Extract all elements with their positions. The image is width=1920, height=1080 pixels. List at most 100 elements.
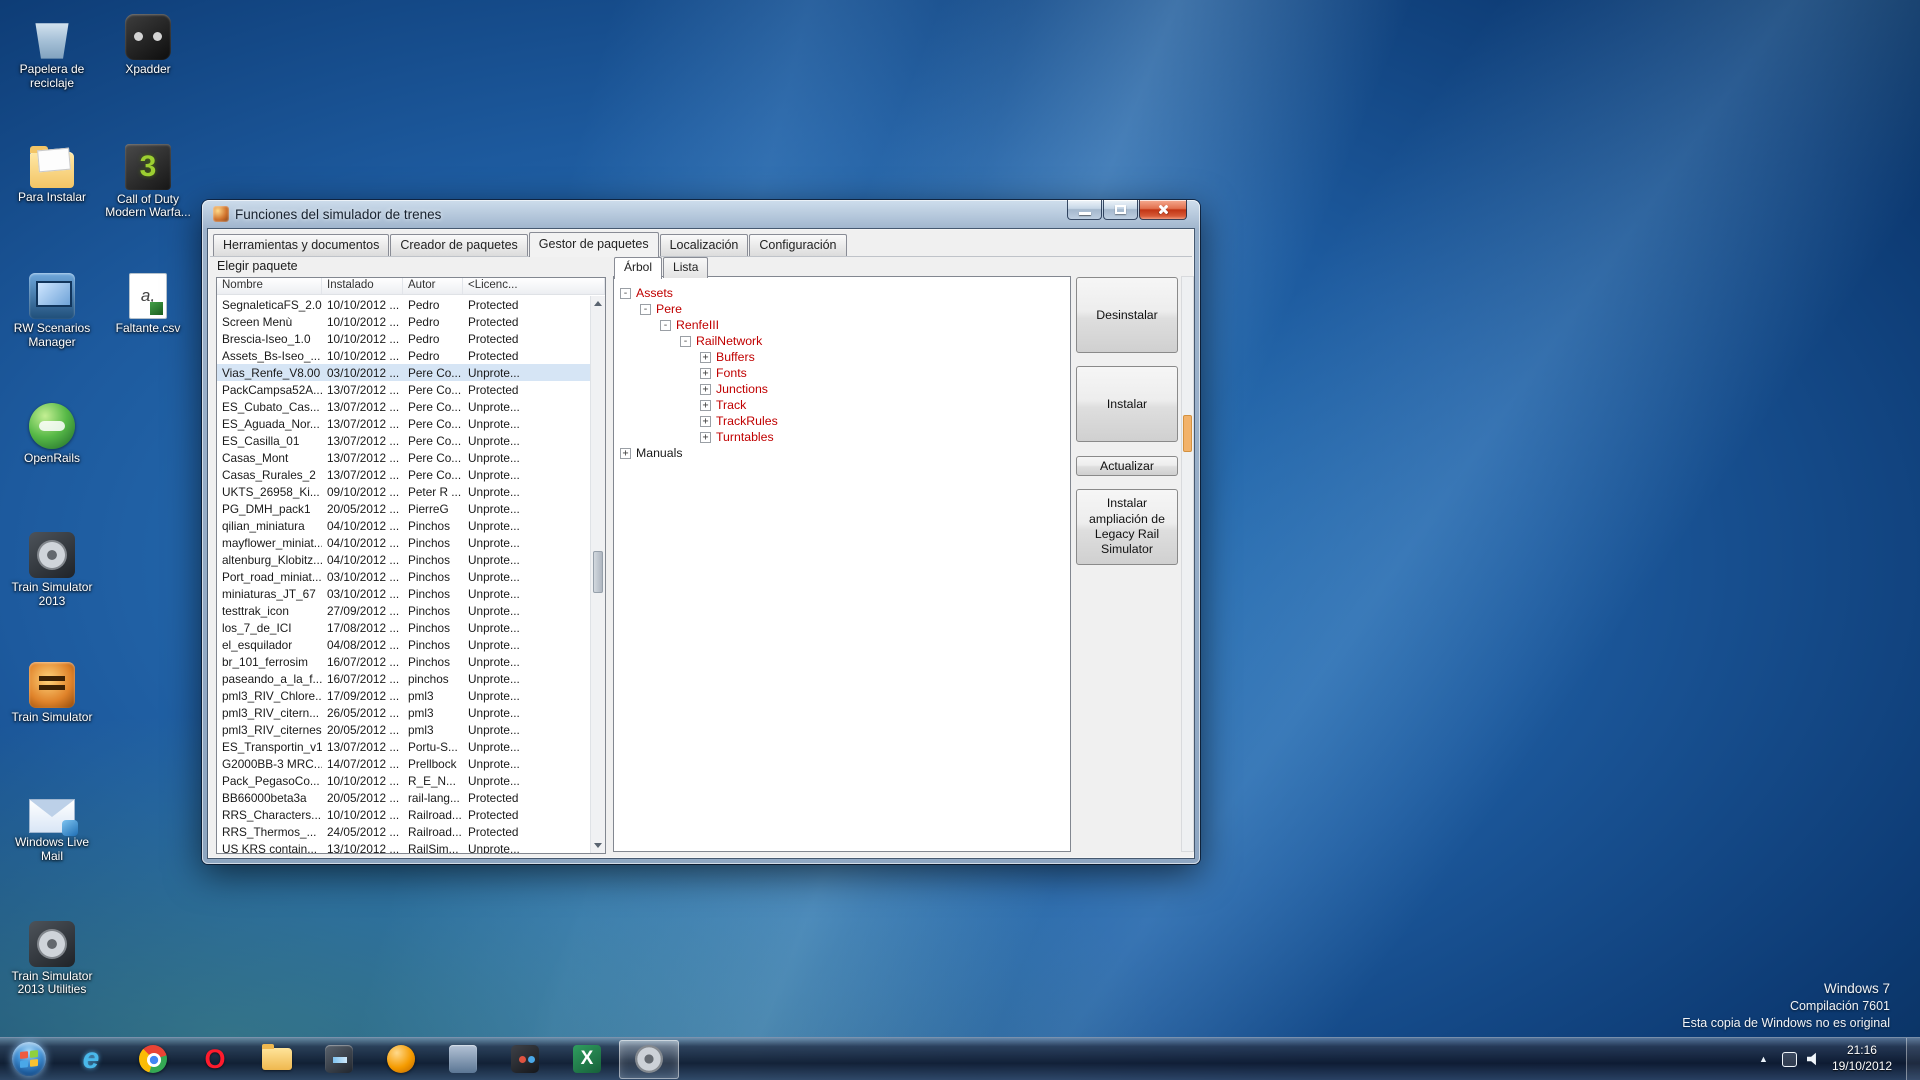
- tree-node[interactable]: + Fonts: [700, 365, 1070, 381]
- tree-node[interactable]: + Turntables: [700, 429, 1070, 445]
- table-row[interactable]: qilian_miniatura 04/10/2012 ... Pinchos …: [217, 517, 590, 534]
- desktop-icon-cod3[interactable]: 3 Call of Duty Modern Warfa...: [102, 144, 194, 221]
- window-scrollbar-thumb[interactable]: [1183, 415, 1192, 452]
- tree-expander-icon[interactable]: +: [700, 400, 711, 411]
- tree-expander-icon[interactable]: +: [700, 384, 711, 395]
- taskbar-item-utility-app[interactable]: [433, 1040, 493, 1079]
- table-scrollbar-thumb[interactable]: [593, 551, 603, 593]
- table-row[interactable]: PackCampsa52A... 13/07/2012 ... Pere Co.…: [217, 381, 590, 398]
- main-tab[interactable]: Configuración: [749, 234, 846, 256]
- view-tab[interactable]: Lista: [663, 257, 708, 278]
- table-row[interactable]: ES_Casilla_01 13/07/2012 ... Pere Co... …: [217, 432, 590, 449]
- table-row[interactable]: los_7_de_ICI 17/08/2012 ... Pinchos Unpr…: [217, 619, 590, 636]
- table-row[interactable]: Casas_Mont 13/07/2012 ... Pere Co... Unp…: [217, 449, 590, 466]
- table-row[interactable]: RRS_Thermos_... 24/05/2012 ... Railroad.…: [217, 823, 590, 840]
- taskbar-item-explorer[interactable]: [247, 1040, 307, 1079]
- table-row[interactable]: ES_Aguada_Nor... 13/07/2012 ... Pere Co.…: [217, 415, 590, 432]
- taskbar-item-media-app[interactable]: [309, 1040, 369, 1079]
- tree-node[interactable]: + Junctions: [700, 381, 1070, 397]
- table-row[interactable]: ES_Cubato_Cas... 13/07/2012 ... Pere Co.…: [217, 398, 590, 415]
- table-row[interactable]: Assets_Bs-Iseo_... 10/10/2012 ... Pedro …: [217, 347, 590, 364]
- install-legacy-button[interactable]: Instalar ampliación de Legacy Rail Simul…: [1076, 489, 1178, 565]
- tree-expander-icon[interactable]: -: [640, 304, 651, 315]
- main-tab[interactable]: Localización: [660, 234, 749, 256]
- desktop-icon-xpadder[interactable]: Xpadder: [102, 14, 194, 77]
- scroll-down-button[interactable]: [591, 838, 605, 853]
- desktop-icon-train-sim-disc[interactable]: Train Simulator 2013 Utilities: [6, 921, 98, 998]
- desktop-icon-live-mail[interactable]: Windows Live Mail: [6, 791, 98, 864]
- table-column-header[interactable]: Autor: [403, 278, 463, 294]
- desktop-icon-csv-file[interactable]: a, Faltante.csv: [102, 273, 194, 336]
- close-button[interactable]: [1139, 200, 1187, 220]
- taskbar-item-dark-app[interactable]: [495, 1040, 555, 1079]
- tree-node[interactable]: + TrackRules: [700, 413, 1070, 429]
- tree-node[interactable]: + Buffers: [700, 349, 1070, 365]
- start-button[interactable]: [0, 1038, 58, 1080]
- window-titlebar[interactable]: Funciones del simulador de trenes: [207, 200, 1195, 228]
- tree-expander-icon[interactable]: -: [680, 336, 691, 347]
- tree-node[interactable]: + Track: [700, 397, 1070, 413]
- scroll-up-button[interactable]: [591, 296, 605, 311]
- table-column-header[interactable]: Instalado: [322, 278, 403, 294]
- minimize-button[interactable]: [1067, 200, 1102, 220]
- tray-overflow-icon[interactable]: ▲: [1755, 1052, 1772, 1066]
- tree-expander-icon[interactable]: -: [660, 320, 671, 331]
- uninstall-button[interactable]: Desinstalar: [1076, 277, 1178, 353]
- tree-expander-icon[interactable]: +: [700, 368, 711, 379]
- show-desktop-button[interactable]: [1906, 1038, 1920, 1080]
- table-row[interactable]: paseando_a_la_f... 16/07/2012 ... pincho…: [217, 670, 590, 687]
- tree-expander-icon[interactable]: +: [620, 448, 631, 459]
- table-column-header[interactable]: Nombre: [217, 278, 322, 294]
- tray-volume-icon[interactable]: [1807, 1052, 1822, 1067]
- main-tab[interactable]: Herramientas y documentos: [213, 234, 389, 256]
- taskbar-item-outlook[interactable]: [371, 1040, 431, 1079]
- main-tab[interactable]: Creador de paquetes: [390, 234, 527, 256]
- table-row[interactable]: Pack_PegasoCo... 10/10/2012 ... R_E_N...…: [217, 772, 590, 789]
- taskbar-item-chrome[interactable]: [123, 1040, 183, 1079]
- table-row[interactable]: Vias_Renfe_V8.00 03/10/2012 ... Pere Co.…: [217, 364, 590, 381]
- table-row[interactable]: pml3_RIV_citernes 20/05/2012 ... pml3 Un…: [217, 721, 590, 738]
- table-row[interactable]: altenburg_Klobitz... 04/10/2012 ... Pinc…: [217, 551, 590, 568]
- tree-expander-icon[interactable]: +: [700, 416, 711, 427]
- table-row[interactable]: RRS_Characters... 10/10/2012 ... Railroa…: [217, 806, 590, 823]
- table-row[interactable]: el_esquilador 04/08/2012 ... Pinchos Unp…: [217, 636, 590, 653]
- maximize-button[interactable]: [1103, 200, 1138, 220]
- view-tab[interactable]: Árbol: [614, 257, 662, 279]
- table-row[interactable]: UKTS_26958_Ki... 09/10/2012 ... Peter R …: [217, 483, 590, 500]
- tree-expander-icon[interactable]: +: [700, 352, 711, 363]
- desktop-icon-train-sim-disc[interactable]: Train Simulator 2013: [6, 532, 98, 609]
- tree-expander-icon[interactable]: -: [620, 288, 631, 299]
- tree-node[interactable]: - Pere: [640, 301, 1070, 317]
- desktop-icon-train-sim-tiger[interactable]: Train Simulator: [6, 662, 98, 725]
- table-row[interactable]: testtrak_icon 27/09/2012 ... Pinchos Unp…: [217, 602, 590, 619]
- taskbar-clock[interactable]: 21:16 19/10/2012: [1832, 1043, 1892, 1074]
- taskbar-item-ie[interactable]: e: [61, 1040, 121, 1079]
- table-scrollbar[interactable]: [590, 296, 605, 853]
- desktop-icon-folder-install[interactable]: Para Instalar: [6, 144, 98, 205]
- tree-node[interactable]: - RenfeIII: [660, 317, 1070, 333]
- tree-node[interactable]: - RailNetwork: [680, 333, 1070, 349]
- main-tab[interactable]: Gestor de paquetes: [529, 232, 659, 257]
- table-row[interactable]: mayflower_miniat... 04/10/2012 ... Pinch…: [217, 534, 590, 551]
- table-row[interactable]: PG_DMH_pack1 20/05/2012 ... PierreG Unpr…: [217, 500, 590, 517]
- table-row[interactable]: miniaturas_JT_67 03/10/2012 ... Pinchos …: [217, 585, 590, 602]
- table-row[interactable]: Brescia-Iseo_1.0 10/10/2012 ... Pedro Pr…: [217, 330, 590, 347]
- tree-node[interactable]: + Manuals: [620, 445, 1070, 461]
- table-row[interactable]: pml3_RIV_Chlore... 17/09/2012 ... pml3 U…: [217, 687, 590, 704]
- tree-node[interactable]: - Assets: [620, 285, 1070, 301]
- taskbar-item-excel[interactable]: X: [557, 1040, 617, 1079]
- table-row[interactable]: Screen Menù 10/10/2012 ... Pedro Protect…: [217, 313, 590, 330]
- table-row[interactable]: br_101_ferrosim 16/07/2012 ... Pinchos U…: [217, 653, 590, 670]
- table-row[interactable]: US KRS contain... 13/10/2012 ... RailSim…: [217, 840, 590, 853]
- tree-expander-icon[interactable]: +: [700, 432, 711, 443]
- table-row[interactable]: BB66000beta3a 20/05/2012 ... rail-lang..…: [217, 789, 590, 806]
- table-row[interactable]: SegnaleticaFS_2.0 10/10/2012 ... Pedro P…: [217, 296, 590, 313]
- desktop-icon-rw-scenarios[interactable]: RW Scenarios Manager: [6, 273, 98, 350]
- update-button[interactable]: Actualizar: [1076, 456, 1178, 476]
- window-scrollbar[interactable]: [1181, 276, 1194, 852]
- table-row[interactable]: G2000BB-3 MRC... 14/07/2012 ... Prellboc…: [217, 755, 590, 772]
- table-row[interactable]: ES_Transportin_v1 13/07/2012 ... Portu-S…: [217, 738, 590, 755]
- tray-display-icon[interactable]: [1782, 1052, 1797, 1067]
- taskbar-item-opera[interactable]: O: [185, 1040, 245, 1079]
- table-row[interactable]: Port_road_miniat... 03/10/2012 ... Pinch…: [217, 568, 590, 585]
